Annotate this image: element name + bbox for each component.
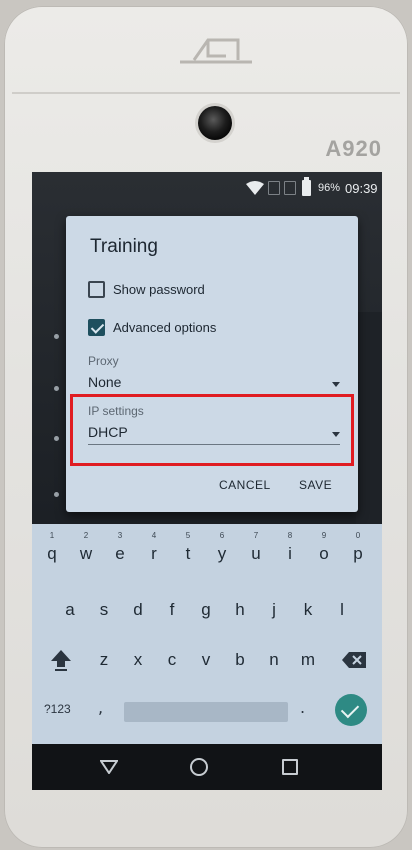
key-e[interactable]: 3e (106, 531, 134, 570)
key-s[interactable]: s (90, 594, 118, 626)
space-key[interactable] (124, 702, 288, 722)
enter-check-key[interactable] (335, 694, 367, 726)
key-o[interactable]: 9o (310, 531, 338, 570)
list-bullet (54, 334, 59, 339)
key-g[interactable]: g (192, 594, 220, 626)
key-a[interactable]: a (56, 594, 84, 626)
key-u[interactable]: 7u (242, 531, 270, 570)
clock: 09:39 (345, 181, 378, 196)
list-bullet (54, 436, 59, 441)
key-hint: 8 (287, 531, 293, 540)
advanced-options-label: Advanced options (113, 319, 217, 335)
shift-icon[interactable] (50, 648, 72, 672)
key-j[interactable]: j (260, 594, 288, 626)
key-v[interactable]: v (192, 644, 220, 676)
key-l[interactable]: l (328, 594, 356, 626)
cancel-button[interactable]: CANCEL (219, 478, 271, 492)
front-camera (198, 106, 232, 140)
key-n[interactable]: n (260, 644, 288, 676)
symbols-key[interactable]: ?123 (44, 702, 71, 716)
background-list-edge (356, 312, 382, 542)
key-h[interactable]: h (226, 594, 254, 626)
key-z[interactable]: z (90, 644, 118, 676)
key-label: t (185, 544, 191, 563)
show-password-option[interactable]: Show password (88, 278, 205, 300)
battery-percent: 96% (318, 182, 341, 194)
key-label: w (79, 544, 93, 563)
key-b[interactable]: b (226, 644, 254, 676)
key-hint: 6 (219, 531, 225, 540)
key-label: p (353, 544, 363, 563)
key-label: e (115, 544, 125, 563)
key-f[interactable]: f (158, 594, 186, 626)
advanced-options-checkbox[interactable] (88, 318, 105, 336)
key-i[interactable]: 8i (276, 531, 304, 570)
key-hint: 5 (185, 531, 191, 540)
home-icon[interactable] (190, 758, 208, 776)
list-bullet (54, 386, 59, 391)
backspace-icon[interactable] (342, 652, 366, 668)
key-d[interactable]: d (124, 594, 152, 626)
ip-settings-highlight (70, 394, 354, 466)
key-label: u (251, 544, 261, 563)
payment-terminal: A920 96% 09:39 Training Show password Ad… (4, 6, 408, 848)
dialog-title: Training (90, 236, 158, 257)
back-icon[interactable] (100, 760, 118, 774)
key-r[interactable]: 4r (140, 531, 168, 570)
key-hint: 7 (253, 531, 259, 540)
device-printer-area (12, 6, 400, 94)
wifi-network-dialog: Training Show password Advanced options … (66, 216, 358, 512)
key-c[interactable]: c (158, 644, 186, 676)
battery-icon (302, 177, 311, 196)
model-label: A920 (325, 136, 382, 161)
advanced-options-option[interactable]: Advanced options (88, 316, 216, 338)
key-label: o (319, 544, 329, 563)
key-hint: 3 (117, 531, 123, 540)
show-password-checkbox[interactable] (88, 280, 105, 298)
wifi-icon (246, 181, 264, 195)
key-m[interactable]: m (294, 644, 322, 676)
chevron-down-icon (332, 382, 340, 387)
key-hint: 1 (49, 531, 55, 540)
key-hint: 2 (83, 531, 89, 540)
key-t[interactable]: 5t (174, 531, 202, 570)
key-label: q (47, 544, 57, 563)
key-hint: 0 (355, 531, 361, 540)
key-hint: 4 (151, 531, 157, 540)
printer-paper-icon (180, 38, 252, 64)
navigation-bar (32, 744, 382, 790)
show-password-label: Show password (113, 281, 205, 297)
key-k[interactable]: k (294, 594, 322, 626)
list-bullet (54, 492, 59, 497)
proxy-caption: Proxy (88, 354, 119, 368)
save-button[interactable]: SAVE (299, 478, 332, 492)
key-y[interactable]: 6y (208, 531, 236, 570)
on-screen-keyboard: 1q2w3e4r5t6y7u8i9o0p asdfghjkl zxcvbnm ?… (32, 524, 382, 744)
status-bar: 96% 09:39 (32, 177, 382, 202)
key-hint: 9 (321, 531, 327, 540)
sim-slot-icon (268, 181, 280, 195)
device-screen: 96% 09:39 Training Show password Advance… (32, 172, 382, 790)
comma-key[interactable]: , (98, 698, 103, 717)
key-w[interactable]: 2w (72, 531, 100, 570)
period-key[interactable]: . (300, 698, 305, 717)
recents-icon[interactable] (282, 759, 298, 775)
key-x[interactable]: x (124, 644, 152, 676)
key-label: i (288, 544, 292, 563)
key-label: y (217, 544, 227, 563)
key-label: r (151, 544, 157, 563)
key-q[interactable]: 1q (38, 531, 66, 570)
sim-slot-icon (284, 181, 296, 195)
key-p[interactable]: 0p (344, 531, 372, 570)
proxy-dropdown[interactable]: None (88, 374, 121, 390)
